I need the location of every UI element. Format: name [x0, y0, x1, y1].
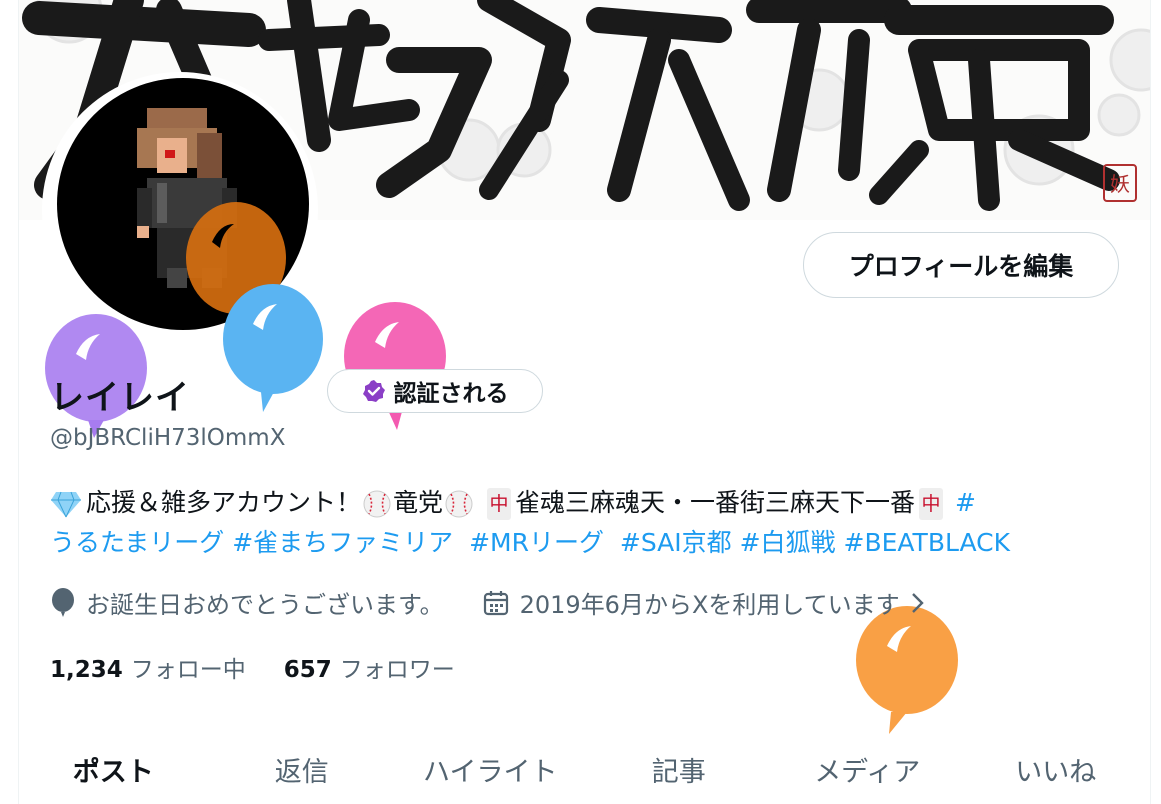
hashtag-link[interactable]: #MRリーグ	[469, 528, 604, 557]
mahjong-tile-icon: 中	[486, 488, 511, 520]
tab-highlights[interactable]: ハイライト	[396, 735, 585, 804]
following-label: フォロー中	[130, 657, 246, 683]
profile-tabs: ポスト 返信 ハイライト 記事 メディア いいね	[19, 735, 1150, 804]
tab-articles[interactable]: 記事	[585, 735, 774, 804]
tab-media[interactable]: メディア	[773, 735, 962, 804]
get-verified-button[interactable]: 認証される	[327, 369, 543, 413]
edit-profile-button[interactable]: プロフィールを編集	[803, 232, 1119, 298]
profile-meta: お誕生日おめでとうございます。 2019年6月からXを利用しています	[50, 585, 938, 620]
hashtag-link[interactable]: #SAI京都	[620, 528, 732, 557]
balloon-small-icon	[52, 587, 74, 617]
tab-posts[interactable]: ポスト	[19, 735, 208, 804]
followers-count: 657	[283, 657, 332, 683]
joined-date[interactable]: 2019年6月からXを利用しています	[520, 585, 900, 620]
display-name: レイレイ	[50, 378, 190, 418]
hashtag-link[interactable]: #雀まちファミリア	[232, 528, 453, 557]
mahjong-tile-icon: 中	[919, 488, 943, 520]
calendar-icon	[483, 590, 508, 615]
hashtag-link[interactable]: #白狐戦	[740, 528, 836, 557]
hashtag-link[interactable]: #BEATBLACK	[844, 528, 1011, 557]
user-handle: @bJBRCliH73lOmmX	[50, 425, 286, 451]
profile-bio: 応援＆雑多アカウント！ 竜党 中雀魂三麻魂天・一番街三麻天下一番中 # うるたまリ…	[50, 483, 1130, 563]
location-text: お誕生日おめでとうございます。	[86, 591, 444, 619]
chevron-right-icon[interactable]	[908, 590, 928, 616]
hashtag-link[interactable]: #	[955, 488, 976, 517]
tab-replies[interactable]: 返信	[208, 735, 397, 804]
follow-stats: 1,234 フォロー中 657 フォロワー	[50, 650, 455, 684]
bio-text-2: 竜党	[393, 488, 444, 517]
column-border-right	[1150, 0, 1151, 804]
diamond-icon	[51, 491, 81, 518]
following-count: 1,234	[50, 657, 123, 683]
followers-label: フォロワー	[339, 657, 455, 683]
following-link[interactable]: 1,234 フォロー中	[50, 650, 246, 684]
hashtag-link[interactable]: うるたまリーグ	[50, 528, 224, 557]
baseball-icon	[363, 490, 391, 518]
tab-likes[interactable]: いいね	[962, 735, 1151, 804]
baseball-icon	[445, 490, 473, 518]
balloon-orange-icon	[856, 606, 958, 734]
svg-text:妖: 妖	[1110, 172, 1130, 196]
bio-text-3: 雀魂三麻魂天・一番街三麻天下一番	[514, 488, 915, 517]
bio-text-1: 応援＆雑多アカウント！	[86, 488, 362, 517]
get-verified-label: 認証される	[393, 381, 509, 407]
verified-badge-icon	[362, 380, 385, 402]
followers-link[interactable]: 657 フォロワー	[284, 650, 455, 684]
balloon-pink-icon	[344, 302, 446, 430]
balloon-blue-icon	[223, 284, 323, 412]
